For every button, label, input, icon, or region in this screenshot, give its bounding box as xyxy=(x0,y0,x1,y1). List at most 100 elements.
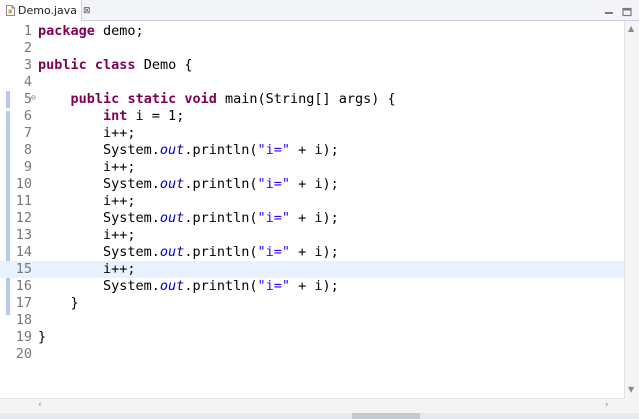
vertical-scrollbar[interactable]: ▲ ▼ xyxy=(624,21,639,398)
maximize-icon[interactable] xyxy=(621,3,633,17)
string-token: "i=" xyxy=(257,142,290,158)
code-token: i++; xyxy=(38,125,136,141)
code-line[interactable]: 8 System.out.println("i=" + i); xyxy=(0,142,624,159)
code-text: i++; xyxy=(38,125,136,142)
code-token: .println( xyxy=(184,278,258,294)
current-line[interactable]: 15 i++; xyxy=(0,261,624,278)
code-token: i++; xyxy=(38,261,136,277)
tab-title: Demo.java xyxy=(18,4,78,17)
code-line[interactable]: 6 int i = 1; xyxy=(0,108,624,125)
code-text: System.out.println("i=" + i); xyxy=(38,176,339,193)
code-line[interactable]: 4 xyxy=(0,74,624,91)
code-text: int i = 1; xyxy=(38,108,184,125)
string-token: "i=" xyxy=(257,176,290,192)
code-line[interactable]: 18 xyxy=(0,312,624,329)
line-number: 20 xyxy=(15,346,32,362)
code-token: .println( xyxy=(184,176,258,192)
code-token: i++; xyxy=(38,159,136,175)
field-token: out xyxy=(159,142,185,158)
code-line[interactable]: 17 } xyxy=(0,295,624,312)
code-text: i++; xyxy=(38,261,136,278)
line-number: 13 xyxy=(15,227,32,243)
code-line[interactable]: 14 System.out.println("i=" + i); xyxy=(0,244,624,261)
string-token: "i=" xyxy=(257,210,290,226)
field-token: out xyxy=(159,278,185,294)
field-token: out xyxy=(159,176,185,192)
tab-demo-java[interactable]: Demo.java ⊠ xyxy=(0,0,91,21)
scrollbar-corner xyxy=(624,398,639,413)
code-line[interactable]: 5 ⊖ public static void main(String[] args… xyxy=(0,91,624,108)
code-token: System. xyxy=(38,210,160,226)
field-token: out xyxy=(159,210,185,226)
bottom-scroll-thumb[interactable] xyxy=(352,413,420,419)
line-number: 8 xyxy=(23,142,32,158)
line-number: 9 xyxy=(23,159,32,175)
code-text: public static void main(String[] args) { xyxy=(38,91,396,108)
code-line[interactable]: 9 i++; xyxy=(0,159,624,176)
line-number: 14 xyxy=(15,244,32,260)
code-token: i++; xyxy=(38,193,136,209)
code-token: i++; xyxy=(38,227,136,243)
line-number: 11 xyxy=(15,193,32,209)
line-number: 7 xyxy=(23,125,32,141)
code-text: System.out.println("i=" + i); xyxy=(38,210,339,227)
code-line[interactable]: 13 i++; xyxy=(0,227,624,244)
line-number: 18 xyxy=(15,312,32,328)
code-line[interactable]: 3 public class Demo { xyxy=(0,57,624,74)
code-line[interactable]: 10 System.out.println("i=" + i); xyxy=(0,176,624,193)
code-token: System. xyxy=(38,176,160,192)
code-text: i++; xyxy=(38,159,136,176)
code-text: } xyxy=(38,295,79,312)
keyword-token: public xyxy=(70,91,120,107)
line-number: 4 xyxy=(23,74,32,90)
line-number: 10 xyxy=(15,176,32,192)
scroll-up-icon[interactable]: ▲ xyxy=(628,24,634,33)
line-number: 1 xyxy=(23,23,32,39)
code-editor[interactable]: 1 package demo; 2 3 public class Demo {4 5 ⊖ p… xyxy=(0,21,624,398)
keyword-token: int xyxy=(103,108,128,124)
code-token: .println( xyxy=(184,142,258,158)
code-line[interactable]: 12 System.out.println("i=" + i); xyxy=(0,210,624,227)
code-text: System.out.println("i=" + i); xyxy=(38,278,339,295)
code-line[interactable]: 7 i++; xyxy=(0,125,624,142)
code-line[interactable]: 20 xyxy=(0,346,624,363)
code-token: + i); xyxy=(289,244,339,260)
line-number: 5 xyxy=(23,91,32,107)
field-token: out xyxy=(159,244,185,260)
keyword-token: void xyxy=(184,91,217,107)
code-line[interactable]: 1 package demo; xyxy=(0,23,624,40)
scroll-down-icon[interactable]: ▼ xyxy=(628,385,634,394)
fold-toggle-icon[interactable]: ⊖ xyxy=(31,89,36,106)
code-text: public class Demo { xyxy=(38,57,192,74)
line-number: 17 xyxy=(15,295,32,311)
code-text: System.out.println("i=" + i); xyxy=(38,142,339,159)
code-token: + i); xyxy=(289,142,339,158)
code-text: i++; xyxy=(38,227,136,244)
code-token: demo; xyxy=(94,23,144,39)
line-number: 2 xyxy=(23,40,32,56)
code-token: + i); xyxy=(289,176,339,192)
keyword-token: public xyxy=(38,57,87,73)
code-line[interactable]: 16 System.out.println("i=" + i); xyxy=(0,278,624,295)
java-file-icon xyxy=(6,5,15,16)
bottom-panel-scrollbar[interactable] xyxy=(0,413,639,419)
code-line[interactable]: 19} xyxy=(0,329,624,346)
scroll-right-icon[interactable]: › xyxy=(605,400,609,410)
string-token: "i=" xyxy=(257,244,290,260)
minimize-icon[interactable] xyxy=(603,3,615,15)
code-token: System. xyxy=(38,244,160,260)
code-token: main(String[] args) { xyxy=(216,91,396,107)
code-text: i++; xyxy=(38,193,136,210)
code-line[interactable]: 11 i++; xyxy=(0,193,624,210)
horizontal-scrollbar[interactable]: ‹ › xyxy=(0,398,624,413)
keyword-token: static xyxy=(127,91,177,107)
keyword-token: class xyxy=(94,57,136,73)
close-tab-icon[interactable]: ⊠ xyxy=(83,6,91,16)
code-text: } xyxy=(38,329,46,346)
line-number: 15 xyxy=(15,261,32,277)
code-line[interactable]: 2 xyxy=(0,40,624,57)
scroll-left-icon[interactable]: ‹ xyxy=(38,400,42,410)
